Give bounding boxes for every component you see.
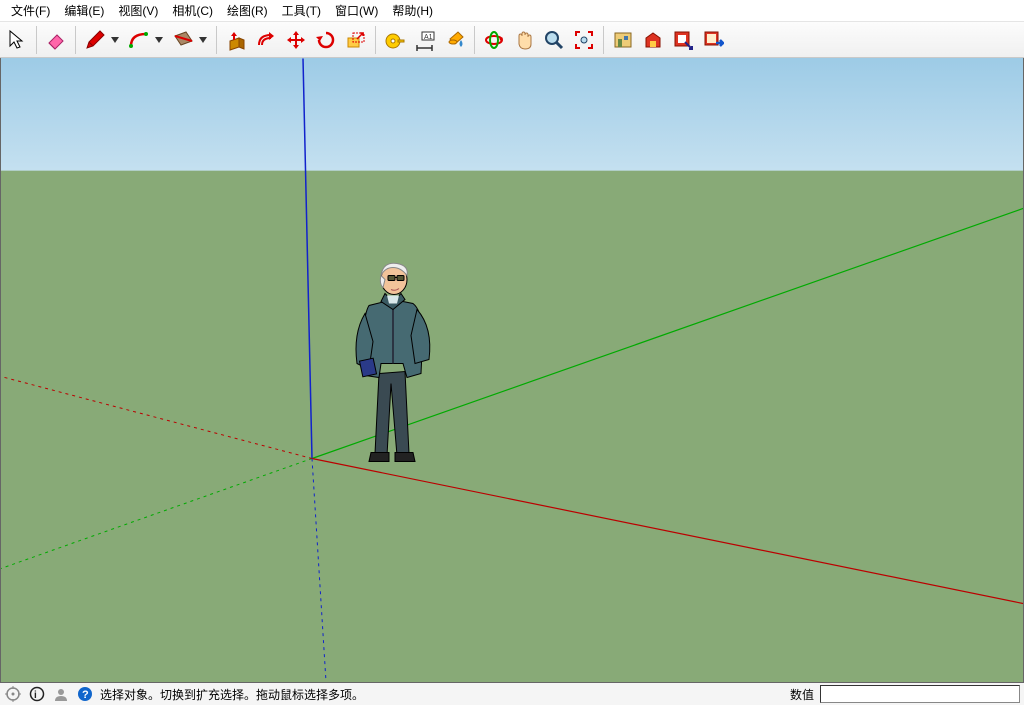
pencil-icon: [84, 29, 106, 51]
toolbar-separator: [474, 26, 475, 54]
rotate-tool[interactable]: [311, 25, 341, 55]
viewport-3d[interactable]: [0, 58, 1024, 683]
extension-warehouse-tool[interactable]: [638, 25, 668, 55]
cursor-icon: [6, 29, 28, 51]
pan-tool[interactable]: [509, 25, 539, 55]
toolbar-separator: [216, 26, 217, 54]
move-icon: [285, 29, 307, 51]
layout-tool[interactable]: [668, 25, 698, 55]
offset-tool[interactable]: [251, 25, 281, 55]
tape-icon: [384, 29, 406, 51]
tape-tool[interactable]: [380, 25, 410, 55]
menu-view[interactable]: 视图(V): [111, 0, 165, 21]
arc-tool[interactable]: [124, 25, 154, 55]
orbit-icon: [483, 29, 505, 51]
chevron-down-icon: [155, 36, 163, 44]
measurement-input[interactable]: [820, 685, 1020, 703]
menu-file[interactable]: 文件(F): [4, 0, 57, 21]
pencil-tool[interactable]: [80, 25, 110, 55]
status-value-label: 数值: [790, 686, 814, 703]
send-icon: [702, 29, 724, 51]
orbit-tool[interactable]: [479, 25, 509, 55]
scene-canvas: [1, 58, 1023, 682]
chevron-down-icon: [199, 36, 207, 44]
toolbar-separator: [375, 26, 376, 54]
menu-camera[interactable]: 相机(C): [165, 0, 220, 21]
shape-dropdown[interactable]: [198, 25, 208, 55]
menu-edit[interactable]: 编辑(E): [57, 0, 111, 21]
svg-text:i: i: [34, 690, 37, 701]
send-to-layout-tool[interactable]: [698, 25, 728, 55]
extension-icon: [642, 29, 664, 51]
eraser-icon: [45, 29, 67, 51]
scale-figure[interactable]: [356, 263, 430, 461]
user-icon[interactable]: [52, 685, 70, 703]
arc-icon: [128, 29, 150, 51]
svg-text:?: ?: [82, 689, 89, 701]
warehouse-tool[interactable]: [608, 25, 638, 55]
pushpull-tool[interactable]: [221, 25, 251, 55]
rectangle-icon: [172, 29, 194, 51]
zoom-tool[interactable]: [539, 25, 569, 55]
toolbar-separator: [36, 26, 37, 54]
dimension-tool[interactable]: A1: [410, 25, 440, 55]
move-tool[interactable]: [281, 25, 311, 55]
zoom-extents-tool[interactable]: [569, 25, 599, 55]
scale-icon: [345, 29, 367, 51]
warehouse-icon: [612, 29, 634, 51]
dimension-icon: A1: [414, 29, 436, 51]
svg-text:A1: A1: [424, 34, 433, 41]
pencil-dropdown[interactable]: [110, 25, 120, 55]
geolocation-icon[interactable]: [4, 685, 22, 703]
menu-bar: 文件(F) 编辑(E) 视图(V) 相机(C) 绘图(R) 工具(T) 窗口(W…: [0, 0, 1024, 22]
menu-tools[interactable]: 工具(T): [275, 0, 328, 21]
toolbar-separator: [603, 26, 604, 54]
hand-icon: [513, 29, 535, 51]
zoom-icon: [543, 29, 565, 51]
menu-window[interactable]: 窗口(W): [328, 0, 385, 21]
chevron-down-icon: [111, 36, 119, 44]
rotate-icon: [315, 29, 337, 51]
status-hint: 选择对象。切换到扩充选择。拖动鼠标选择多项。: [100, 686, 784, 703]
paintbucket-icon: [444, 29, 466, 51]
offset-icon: [255, 29, 277, 51]
menu-help[interactable]: 帮助(H): [385, 0, 440, 21]
zoom-extents-icon: [573, 29, 595, 51]
toolbar: A1: [0, 22, 1024, 58]
rectangle-tool[interactable]: [168, 25, 198, 55]
layout-icon: [672, 29, 694, 51]
paintbucket-tool[interactable]: [440, 25, 470, 55]
scale-tool[interactable]: [341, 25, 371, 55]
toolbar-separator: [75, 26, 76, 54]
arc-dropdown[interactable]: [154, 25, 164, 55]
eraser-tool[interactable]: [41, 25, 71, 55]
menu-draw[interactable]: 绘图(R): [220, 0, 275, 21]
credits-icon[interactable]: i: [28, 685, 46, 703]
status-bar: i ? 选择对象。切换到扩充选择。拖动鼠标选择多项。 数值: [0, 683, 1024, 705]
select-tool[interactable]: [2, 25, 32, 55]
pushpull-icon: [225, 29, 247, 51]
help-icon[interactable]: ?: [76, 685, 94, 703]
